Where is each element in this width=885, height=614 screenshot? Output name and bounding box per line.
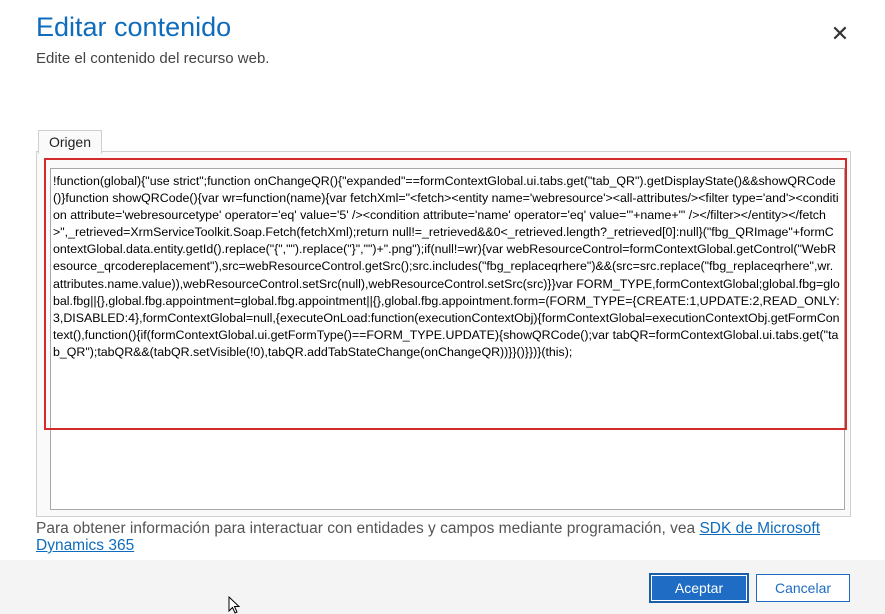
accept-button[interactable]: Aceptar <box>650 574 748 602</box>
cancel-button[interactable]: Cancelar <box>756 574 850 602</box>
dialog-subtitle: Edite el contenido del recurso web. <box>36 50 270 67</box>
tab-origen[interactable]: Origen <box>38 130 102 154</box>
source-code-text[interactable]: !function(global){"use strict";function … <box>53 173 840 423</box>
mouse-cursor-icon <box>228 596 241 614</box>
close-icon: ✕ <box>830 21 850 46</box>
info-text-body: Para obtener información para interactua… <box>36 520 700 537</box>
dialog-footer <box>0 560 885 614</box>
dialog-title: Editar contenido <box>36 12 232 42</box>
close-button[interactable]: ✕ <box>828 22 852 46</box>
info-text: Para obtener información para interactua… <box>36 520 836 554</box>
